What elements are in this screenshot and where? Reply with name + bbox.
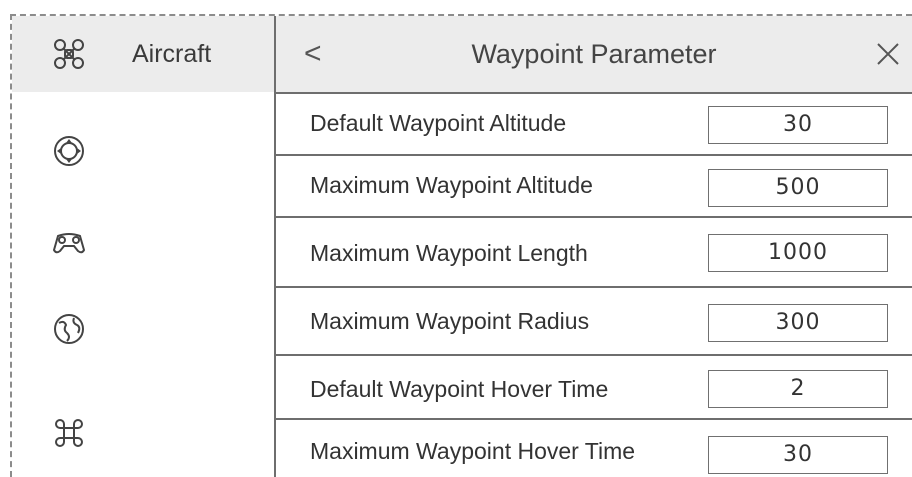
max-length-input[interactable]: 1000 (708, 234, 888, 272)
sidebar: Aircraft (12, 16, 274, 477)
back-button[interactable]: < (304, 32, 344, 76)
param-row-max-altitude: Maximum Waypoint Altitude 500 (276, 156, 912, 218)
param-label: Default Waypoint Altitude (310, 110, 567, 136)
drone-icon (52, 37, 86, 71)
param-label: Maximum Waypoint Radius (310, 308, 590, 334)
default-hover-time-input[interactable]: 2 (708, 370, 888, 408)
command-icon (52, 416, 86, 450)
gamepad-icon (52, 224, 86, 258)
sidebar-item-map[interactable] (12, 294, 274, 364)
param-row-max-radius: Maximum Waypoint Radius 300 (276, 288, 912, 356)
close-button[interactable] (870, 36, 906, 72)
sidebar-item-remote[interactable] (12, 206, 274, 276)
app-frame: Aircraft Waypoint Parameter < Default Wa… (0, 0, 912, 477)
max-altitude-input[interactable]: 500 (708, 169, 888, 207)
param-label: Maximum Waypoint Length (310, 240, 588, 266)
param-row-max-length: Maximum Waypoint Length 1000 (276, 218, 912, 288)
globe-icon (52, 312, 86, 346)
panel-header: Waypoint Parameter < (276, 16, 912, 94)
sidebar-item-aircraft[interactable]: Aircraft (12, 16, 274, 92)
param-label: Maximum Waypoint Altitude (310, 172, 593, 198)
param-row-default-altitude: Default Waypoint Altitude 30 (276, 94, 912, 156)
sidebar-item-more[interactable] (12, 394, 274, 474)
max-radius-input[interactable]: 300 (708, 304, 888, 342)
param-label: Maximum Waypoint Hover Time (310, 438, 636, 464)
param-row-max-hover-time: Maximum Waypoint Hover Time 30 (276, 420, 912, 477)
dpad-icon (52, 134, 86, 168)
param-row-default-hover-time: Default Waypoint Hover Time 2 (276, 356, 912, 420)
sidebar-item-label: Aircraft (132, 40, 212, 68)
sidebar-item-control[interactable] (12, 116, 274, 186)
page-title: Waypoint Parameter (471, 39, 717, 69)
close-icon (877, 43, 899, 65)
param-label: Default Waypoint Hover Time (310, 376, 609, 402)
max-hover-time-input[interactable]: 30 (708, 436, 888, 474)
default-altitude-input[interactable]: 30 (708, 106, 888, 144)
